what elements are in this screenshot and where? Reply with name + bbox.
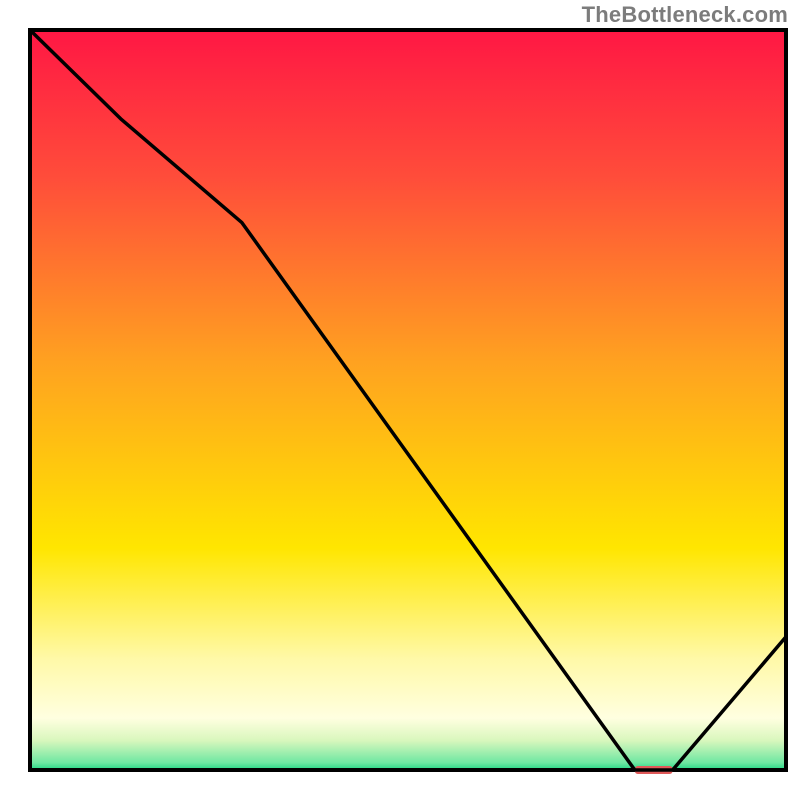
watermark-label: TheBottleneck.com xyxy=(582,2,788,28)
plot-background xyxy=(30,30,786,770)
chart-container: TheBottleneck.com xyxy=(0,0,800,800)
bottleneck-chart xyxy=(0,0,800,800)
